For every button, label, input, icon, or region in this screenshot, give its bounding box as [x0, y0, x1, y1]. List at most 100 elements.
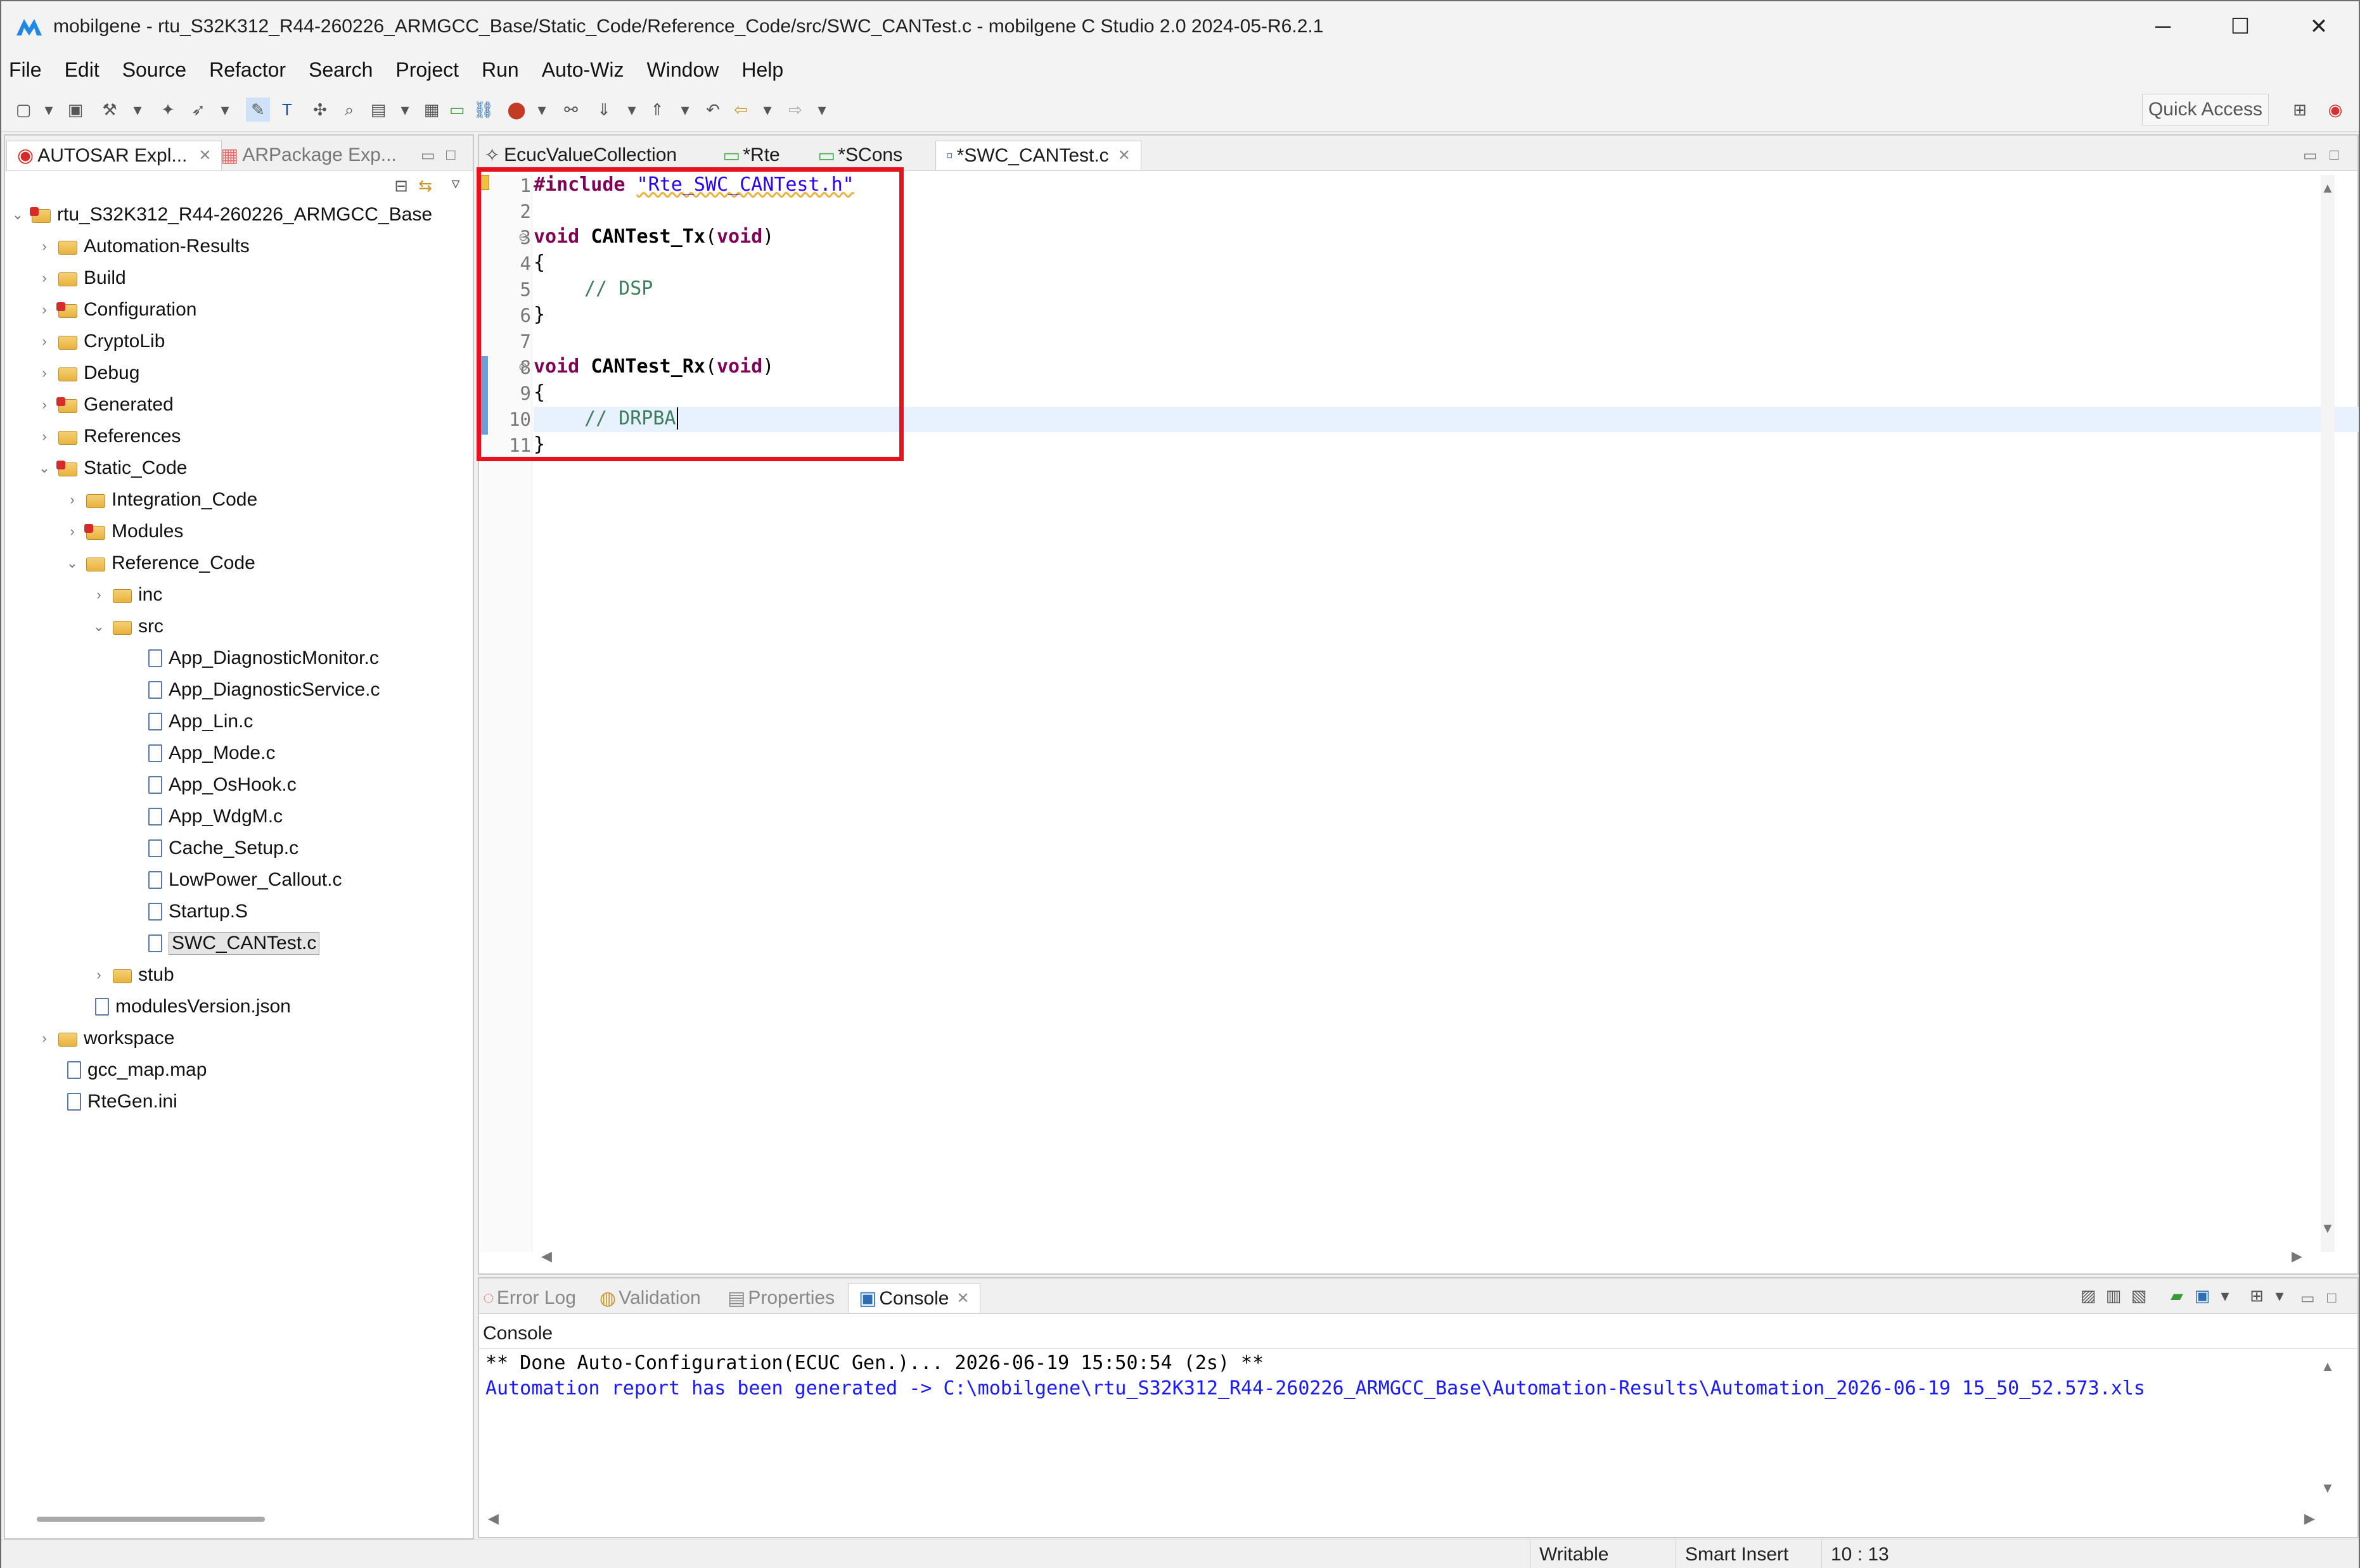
tree-item-reference-code[interactable]: ⌄ Reference_Code — [65, 547, 255, 579]
maximize-view-icon[interactable]: □ — [2330, 141, 2339, 170]
network-icon[interactable]: ⛓ — [471, 98, 496, 122]
tree-item-debug[interactable]: › Debug — [37, 357, 139, 389]
console-link-line[interactable]: Automation report has been generated -> … — [485, 1377, 2145, 1399]
scroll-right-icon[interactable]: ▶ — [2304, 1510, 2315, 1527]
menu-edit[interactable]: Edit — [65, 58, 99, 82]
tree-file[interactable]: Cache_Setup.c — [148, 832, 298, 864]
tree-file[interactable]: LowPower_Callout.c — [148, 864, 342, 896]
rocket-icon[interactable]: ➶ — [186, 98, 210, 122]
tree-item-stub[interactable]: › stub — [91, 959, 174, 991]
dropdown-icon[interactable]: ▾ — [755, 98, 779, 122]
new-icon[interactable]: ▢ — [11, 98, 35, 122]
pin-icon[interactable]: ✣ — [308, 98, 332, 122]
image-icon[interactable]: ▤ — [366, 98, 390, 122]
dropdown-icon[interactable]: ▾ — [2213, 1284, 2237, 1308]
chevron-right-icon[interactable]: › — [37, 238, 52, 255]
menu-auto-wiz[interactable]: Auto-Wiz — [542, 58, 624, 82]
tree-item-integration-code[interactable]: › Integration_Code — [65, 484, 257, 516]
tab-arpackage-explorer[interactable]: ▦ ARPackage Exp... — [221, 141, 397, 170]
scroll-up-icon[interactable]: ▲ — [2321, 1358, 2335, 1375]
terminal-icon[interactable]: ▭ — [445, 98, 469, 122]
maximize-view-icon[interactable]: □ — [2327, 1284, 2337, 1313]
maximize-view-icon[interactable]: □ — [446, 141, 456, 170]
close-icon[interactable]: ✕ — [1118, 146, 1131, 165]
tree-item-build[interactable]: › Build — [37, 262, 125, 294]
scroll-down-icon[interactable]: ▼ — [2321, 1480, 2335, 1496]
dropdown-icon[interactable]: ▾ — [393, 98, 417, 122]
generate-icon[interactable]: ✦ — [156, 98, 180, 122]
clear-console-icon[interactable]: ▨ — [2076, 1284, 2100, 1308]
tree-item-references[interactable]: › References — [37, 421, 181, 452]
tree-file[interactable]: Startup.S — [148, 896, 248, 927]
tree-file[interactable]: App_WdgM.c — [148, 801, 283, 832]
chevron-down-icon[interactable]: ⌄ — [37, 460, 52, 476]
last-edit-icon[interactable]: ↶ — [701, 98, 725, 122]
minimize-view-icon[interactable]: ▭ — [2300, 1284, 2315, 1313]
pin-console-icon[interactable]: ▰ — [2165, 1284, 2189, 1308]
tree-item-static-code[interactable]: ⌄ Static_Code — [37, 452, 188, 484]
dropdown-icon[interactable]: ▾ — [213, 98, 237, 122]
debug-icon[interactable]: ⬤ — [504, 98, 529, 122]
minimize-view-icon[interactable]: ▭ — [421, 141, 435, 170]
dropdown-icon[interactable]: ▾ — [620, 98, 644, 122]
tab-ecuc-value-collection[interactable]: ✧ EcucValueCollection — [484, 141, 677, 170]
scroll-down-icon[interactable]: ▼ — [2321, 1220, 2335, 1237]
tree-item-src[interactable]: ⌄ src — [91, 611, 164, 642]
tab-scons[interactable]: ▭ *SCons — [818, 141, 902, 170]
chevron-right-icon[interactable]: › — [37, 1030, 52, 1047]
tree-item-generated[interactable]: › Generated — [37, 389, 173, 421]
menu-help[interactable]: Help — [741, 58, 783, 82]
forward-icon[interactable]: ⇨ — [783, 98, 807, 122]
scroll-up-icon[interactable]: ▲ — [2321, 180, 2335, 196]
tab-validation[interactable]: ◍ Validation — [600, 1284, 701, 1313]
build-icon[interactable]: ⚒ — [98, 98, 122, 122]
toggle-mark-icon[interactable]: ✎ — [246, 98, 270, 122]
tree-file[interactable]: App_DiagnosticMonitor.c — [148, 642, 379, 674]
editor-vertical-scrollbar[interactable] — [2321, 175, 2335, 1252]
chevron-right-icon[interactable]: › — [37, 428, 52, 445]
chevron-down-icon[interactable]: ⌄ — [91, 618, 106, 635]
open-perspective-icon[interactable]: ⊞ — [2288, 98, 2312, 122]
tree-item-configuration[interactable]: › Configuration — [37, 294, 196, 326]
next-annotation-icon[interactable]: ⇓ — [592, 98, 616, 122]
word-wrap-icon[interactable]: ▧ — [2127, 1284, 2151, 1308]
menu-search[interactable]: Search — [309, 58, 373, 82]
search-file-icon[interactable]: ⌕ — [337, 98, 361, 122]
scroll-left-icon[interactable]: ◀ — [488, 1510, 499, 1527]
close-icon[interactable]: ✕ — [198, 146, 211, 165]
prev-annotation-icon[interactable]: ⇑ — [645, 98, 669, 122]
chevron-right-icon[interactable]: › — [37, 333, 52, 350]
dropdown-icon[interactable]: ▾ — [530, 98, 554, 122]
link-editor-icon[interactable]: ⇆ — [413, 174, 437, 198]
tree-item-inc[interactable]: › inc — [91, 579, 162, 611]
chevron-right-icon[interactable]: › — [37, 365, 52, 381]
minimize-button[interactable]: ─ — [2122, 1, 2204, 52]
collapse-all-icon[interactable]: ⊟ — [389, 174, 413, 198]
tree-file[interactable]: App_OsHook.c — [148, 769, 297, 801]
dropdown-icon[interactable]: ▾ — [125, 98, 150, 122]
menu-file[interactable]: File — [9, 58, 42, 82]
tree-file[interactable]: RteGen.ini — [67, 1086, 177, 1118]
tree-item-automation-results[interactable]: › Automation-Results — [37, 231, 249, 262]
chevron-right-icon[interactable]: › — [65, 523, 80, 540]
save-icon[interactable]: ▣ — [63, 98, 87, 122]
scroll-left-icon[interactable]: ◀ — [541, 1248, 552, 1265]
type-icon[interactable]: T — [275, 98, 299, 122]
close-button[interactable]: ✕ — [2278, 1, 2360, 52]
chevron-down-icon[interactable]: ⌄ — [65, 555, 80, 571]
tree-file[interactable]: App_Lin.c — [148, 706, 253, 737]
tree-file[interactable]: App_Mode.c — [148, 737, 275, 769]
display-console-icon[interactable]: ▣ — [2190, 1284, 2214, 1308]
tree-project[interactable]: ⌄ rtu_S32K312_R44-260226_ARMGCC_Base — [10, 199, 432, 231]
dropdown-icon[interactable]: ▾ — [37, 98, 61, 122]
dropdown-icon[interactable]: ▾ — [673, 98, 697, 122]
perspective-icon[interactable]: ◉ — [2323, 98, 2347, 122]
quick-access-field[interactable]: Quick Access — [2142, 94, 2269, 125]
chevron-right-icon[interactable]: › — [37, 397, 52, 413]
tab-swc-cantest[interactable]: ▫ *SWC_CANTest.c ✕ — [935, 141, 1141, 170]
chevron-down-icon[interactable]: ⌄ — [10, 207, 25, 223]
tree-item-cryptolib[interactable]: › CryptoLib — [37, 326, 165, 357]
editor-horizontal-scrollbar[interactable] — [536, 1247, 2311, 1266]
chevron-right-icon[interactable]: › — [65, 492, 80, 508]
tab-error-log[interactable]: ◌ Error Log — [483, 1284, 576, 1313]
